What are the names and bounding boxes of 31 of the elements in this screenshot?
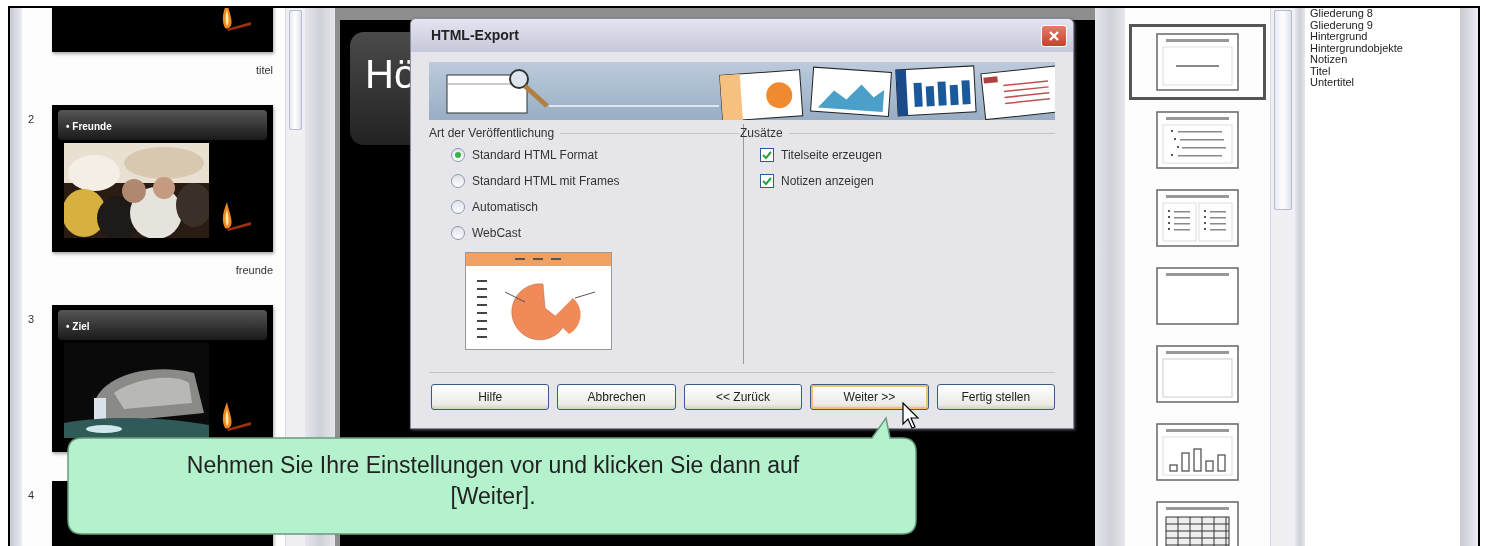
slide-thumbnail[interactable]: • Freunde: [52, 105, 273, 252]
style-item[interactable]: Untertitel: [1310, 77, 1460, 89]
option-label[interactable]: Standard HTML Format: [472, 146, 598, 164]
slide-number: 3: [28, 313, 35, 325]
option-label[interactable]: Automatisch: [472, 198, 539, 216]
style-item[interactable]: Gliederung 9: [1310, 19, 1460, 31]
slide-thumbnail[interactable]: • Ziel: [52, 305, 273, 452]
dialog-button[interactable]: Hilfe: [431, 384, 550, 410]
dialog-title: HTML-Export: [431, 26, 519, 45]
style-item[interactable]: Titel: [1310, 65, 1460, 77]
slide-label: titel: [255, 64, 273, 76]
style-item[interactable]: Hintergrundobjekte: [1310, 42, 1460, 54]
slide-number: 4: [28, 489, 35, 501]
option-label[interactable]: Titelseite erzeugen: [781, 146, 882, 164]
option-label[interactable]: WebCast: [472, 224, 522, 242]
callout-text: Nehmen Sie Ihre Einstellungen vor und klicken Sie dann auf [Weiter].: [185, 451, 801, 511]
group-heading: Art der Veröffentlichung: [429, 125, 555, 142]
dialog-button[interactable]: Fertig stellen: [936, 384, 1056, 410]
slide-heading: • Freunde: [66, 120, 112, 134]
slide-number: 2: [28, 113, 35, 125]
slide-label: freunde: [235, 264, 273, 276]
dialog-button[interactable]: Abbrechen: [557, 384, 676, 410]
dialog-button[interactable]: Weiter >>: [810, 384, 929, 410]
option-label[interactable]: Standard HTML mit Frames: [472, 172, 620, 190]
dialog-button[interactable]: << Zurück: [683, 384, 803, 410]
option-label[interactable]: Notizen anzeigen: [781, 172, 874, 190]
group-heading: Zusätze: [740, 125, 783, 142]
style-item[interactable]: Notizen: [1310, 54, 1460, 66]
slide-heading: • Ziel: [66, 320, 90, 334]
style-item[interactable]: Gliederung 8: [1310, 8, 1460, 20]
style-item[interactable]: Hintergrund: [1310, 31, 1460, 43]
